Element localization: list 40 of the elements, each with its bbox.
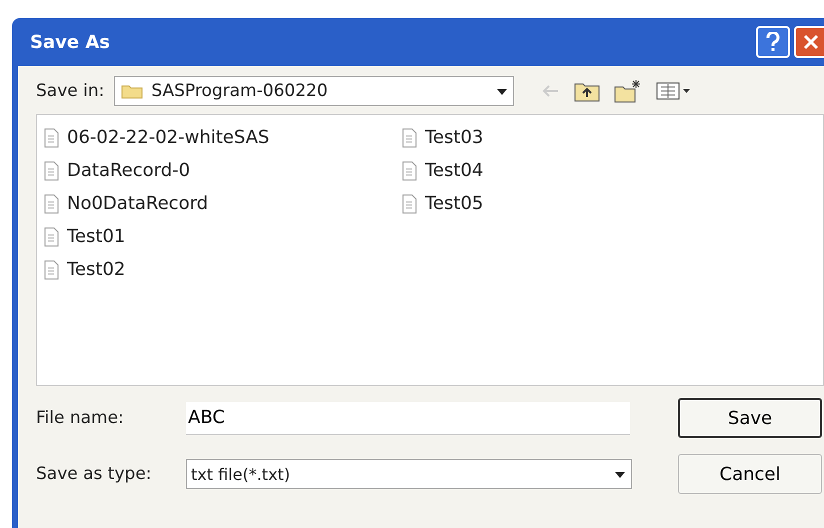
file-name: Test03 — [425, 127, 484, 148]
folder-icon — [121, 83, 144, 99]
save-in-label: Save in: — [36, 81, 104, 101]
help-icon — [766, 32, 780, 52]
save-as-type-dropdown[interactable]: txt file(*.txt) — [186, 459, 632, 489]
document-icon — [43, 160, 59, 180]
save-in-dropdown[interactable]: SASProgram-060220 — [114, 76, 514, 106]
file-name: No0DataRecord — [67, 193, 208, 214]
document-icon — [43, 260, 59, 280]
file-item[interactable]: 06-02-22-02-whiteSAS — [43, 121, 401, 154]
save-as-type-label: Save as type: — [36, 464, 153, 484]
file-item[interactable]: DataRecord-0 — [43, 154, 401, 187]
new-folder-icon[interactable] — [614, 79, 642, 103]
document-icon — [401, 160, 417, 180]
document-icon — [43, 194, 59, 214]
help-button[interactable] — [756, 26, 790, 58]
file-item[interactable]: Test02 — [43, 253, 401, 286]
file-name-label: File name: — [36, 408, 125, 428]
file-item[interactable]: Test04 — [401, 154, 817, 187]
dialog-button[interactable]: Save — [678, 398, 822, 438]
file-name-field[interactable]: ABC — [186, 402, 630, 434]
close-icon — [803, 34, 819, 50]
file-name: Test02 — [67, 259, 126, 280]
document-icon — [401, 128, 417, 148]
file-name: Test04 — [425, 160, 484, 181]
file-item[interactable]: Test01 — [43, 220, 401, 253]
dialog-button[interactable]: Cancel — [678, 454, 822, 494]
document-icon — [43, 226, 59, 246]
file-name: DataRecord-0 — [67, 160, 190, 181]
close-button[interactable] — [794, 26, 824, 58]
file-name: Test01 — [67, 226, 126, 247]
document-icon — [401, 194, 417, 214]
file-item[interactable]: Test03 — [401, 121, 817, 154]
window-title: Save As — [30, 32, 110, 52]
document-icon — [43, 128, 59, 148]
file-item[interactable]: No0DataRecord — [43, 187, 401, 220]
file-name: Test05 — [425, 193, 484, 214]
file-name: 06-02-22-02-whiteSAS — [67, 127, 270, 148]
view-menu-icon[interactable] — [656, 81, 692, 101]
file-item[interactable]: Test05 — [401, 187, 817, 220]
